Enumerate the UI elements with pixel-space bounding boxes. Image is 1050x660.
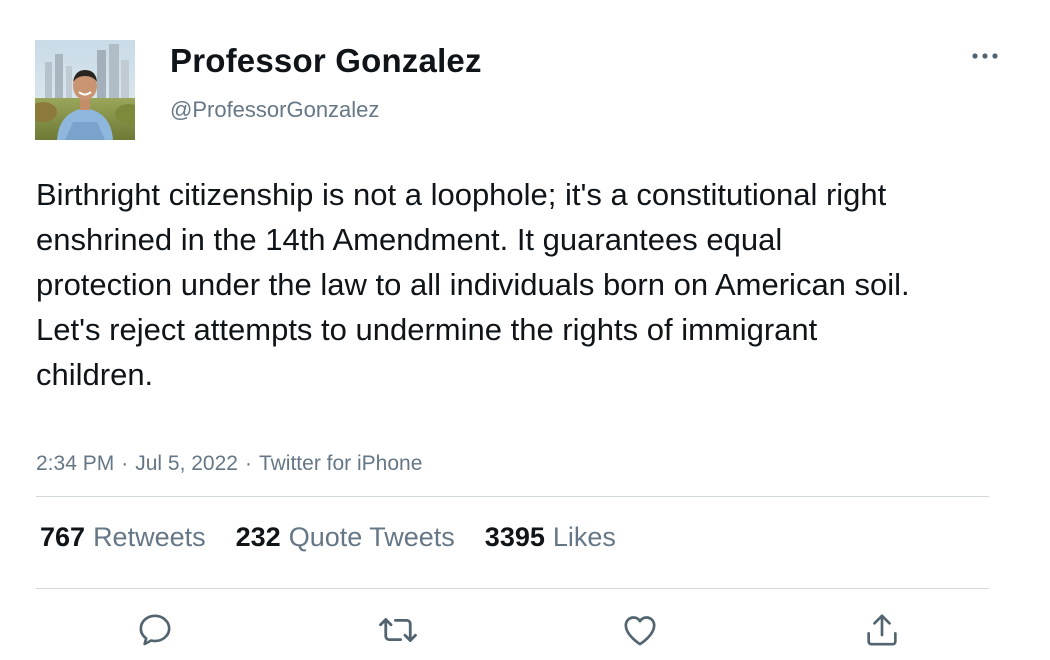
retweet-icon bbox=[379, 618, 417, 642]
likes-label: Likes bbox=[552, 522, 616, 552]
reply-button[interactable] bbox=[133, 608, 177, 652]
retweets-count: 767 bbox=[40, 522, 86, 552]
tweet-time[interactable]: 2:34 PM bbox=[36, 452, 114, 475]
tweet-date[interactable]: Jul 5, 2022 bbox=[135, 452, 238, 475]
meta-separator: · bbox=[121, 452, 129, 475]
tweet-detail: Professor Gonzalez @ProfessorGonzalez Bi… bbox=[0, 0, 1050, 660]
heart-icon bbox=[624, 616, 656, 646]
retweet-button[interactable] bbox=[376, 608, 420, 652]
more-horizontal-icon bbox=[972, 53, 998, 59]
meta-separator: · bbox=[244, 452, 252, 475]
more-options-button[interactable] bbox=[968, 44, 1002, 68]
retweets-stat[interactable]: 767 Retweets bbox=[40, 522, 206, 553]
likes-count: 3395 bbox=[484, 522, 545, 552]
display-name[interactable]: Professor Gonzalez bbox=[170, 42, 482, 80]
tweet-source[interactable]: Twitter for iPhone bbox=[259, 452, 422, 475]
tweet-text: Birthright citizenship is not a loophole… bbox=[36, 177, 910, 392]
user-handle[interactable]: @ProfessorGonzalez bbox=[170, 97, 379, 123]
share-button[interactable] bbox=[860, 608, 904, 652]
tweet-metadata: 2:34 PM · Jul 5, 2022 · Twitter for iPhone bbox=[36, 452, 422, 476]
quote-tweets-count: 232 bbox=[235, 522, 281, 552]
quote-tweets-label: Quote Tweets bbox=[288, 522, 455, 552]
avatar[interactable] bbox=[35, 40, 135, 140]
divider bbox=[36, 496, 989, 497]
reply-icon bbox=[139, 614, 171, 646]
likes-stat[interactable]: 3395 Likes bbox=[485, 522, 616, 553]
engagement-stats: 767 Retweets 232 Quote Tweets 3395 Likes bbox=[40, 522, 616, 553]
quote-tweets-stat[interactable]: 232 Quote Tweets bbox=[236, 522, 455, 553]
share-icon bbox=[867, 614, 897, 646]
divider bbox=[36, 588, 989, 589]
like-button[interactable] bbox=[618, 608, 662, 652]
retweets-label: Retweets bbox=[93, 522, 206, 552]
avatar-photo bbox=[35, 40, 135, 140]
action-bar bbox=[0, 608, 1050, 652]
